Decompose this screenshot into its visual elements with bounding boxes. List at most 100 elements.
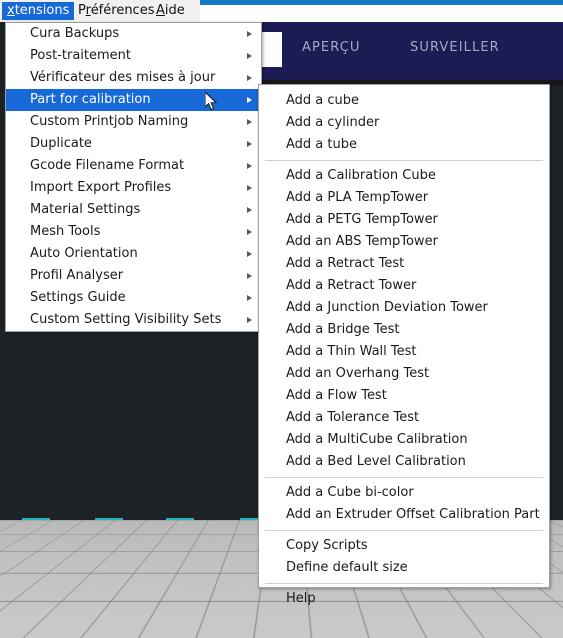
chevron-right-icon xyxy=(247,31,252,37)
menu-item-label: Add a Retract Test xyxy=(286,256,405,271)
menu-item-custom-setting-visibility-sets[interactable]: Custom Setting Visibility Sets xyxy=(6,309,261,331)
menu-item-add-a-tolerance-test[interactable]: Add a Tolerance Test xyxy=(259,407,549,429)
menu-item-label: Post-traitement xyxy=(30,48,132,63)
chevron-right-icon xyxy=(247,295,252,301)
menubar-accel-aide: A xyxy=(156,3,165,18)
menu-item-profil-analyser[interactable]: Profil Analyser xyxy=(6,265,261,287)
menu-item-label: Add a cylinder xyxy=(286,115,380,130)
plate-edge-marker xyxy=(95,518,123,520)
menu-item-add-an-abs-temptower[interactable]: Add an ABS TempTower xyxy=(259,231,549,253)
chevron-right-icon xyxy=(247,207,252,213)
menubar-item-aide[interactable]: Aide xyxy=(151,2,190,20)
menu-separator xyxy=(265,477,543,478)
menu-item-define-default-size[interactable]: Define default size xyxy=(259,557,549,579)
tab-surveiller[interactable]: SURVEILLER xyxy=(410,40,500,55)
menu-item-label: Copy Scripts xyxy=(286,538,368,553)
plate-edge-marker xyxy=(22,518,50,520)
menu-item-label: Vérificateur des mises à jour xyxy=(30,70,216,85)
menu-item-settings-guide[interactable]: Settings Guide xyxy=(6,287,261,309)
menu-item-label: Add a Flow Test xyxy=(286,388,387,403)
menu-item-gcode-filename-format[interactable]: Gcode Filename Format xyxy=(6,155,261,177)
chevron-right-icon xyxy=(247,251,252,257)
menu-item-add-a-cube-bi-color[interactable]: Add a Cube bi-color xyxy=(259,482,549,504)
tab-apercu[interactable]: APERÇU xyxy=(302,40,361,55)
menu-bar: xtensions Préférences Aide xyxy=(0,0,200,22)
menu-item-add-a-petg-temptower[interactable]: Add a PETG TempTower xyxy=(259,209,549,231)
menu-item-label: Import Export Profiles xyxy=(30,180,172,195)
menu-item-copy-scripts[interactable]: Copy Scripts xyxy=(259,535,549,557)
menu-item-verificateur-mises-a-jour[interactable]: Vérificateur des mises à jour xyxy=(6,67,261,89)
plate-edge-marker xyxy=(166,518,194,520)
menu-item-label: Cura Backups xyxy=(30,26,120,41)
menu-item-label: Add a tube xyxy=(286,137,357,152)
chevron-right-icon xyxy=(247,119,252,125)
chevron-right-icon xyxy=(247,141,252,147)
menu-item-add-a-pla-temptower[interactable]: Add a PLA TempTower xyxy=(259,187,549,209)
menu-item-label: Add a Calibration Cube xyxy=(286,168,436,183)
part-for-calibration-submenu[interactable]: Add a cube Add a cylinder Add a tube Add… xyxy=(258,84,550,606)
menu-item-material-settings[interactable]: Material Settings xyxy=(6,199,261,221)
menu-item-label: Mesh Tools xyxy=(30,224,101,239)
menu-separator xyxy=(265,583,543,584)
menu-item-label: Add a Bridge Test xyxy=(286,322,400,337)
menu-separator xyxy=(265,160,543,161)
menu-item-label: Help xyxy=(286,591,316,606)
menu-item-label: Add a PETG TempTower xyxy=(286,212,438,227)
menu-item-label: Add a Thin Wall Test xyxy=(286,344,417,359)
menu-item-add-a-calibration-cube[interactable]: Add a Calibration Cube xyxy=(259,165,549,187)
menu-item-label: Add a PLA TempTower xyxy=(286,190,429,205)
menu-item-import-export-profiles[interactable]: Import Export Profiles xyxy=(6,177,261,199)
chevron-right-icon xyxy=(247,229,252,235)
chevron-right-icon xyxy=(247,53,252,59)
chevron-right-icon xyxy=(247,317,252,323)
menu-item-add-a-bridge-test[interactable]: Add a Bridge Test xyxy=(259,319,549,341)
menu-item-label: Add an Extruder Offset Calibration Part xyxy=(286,507,540,522)
menu-item-mesh-tools[interactable]: Mesh Tools xyxy=(6,221,261,243)
menu-item-post-traitement[interactable]: Post-traitement xyxy=(6,45,261,67)
chevron-right-icon xyxy=(247,97,252,103)
menubar-item-preferences[interactable]: Préférences xyxy=(73,2,159,20)
menu-item-label: Gcode Filename Format xyxy=(30,158,185,173)
menu-item-add-a-thin-wall-test[interactable]: Add a Thin Wall Test xyxy=(259,341,549,363)
menu-item-cura-backups[interactable]: Cura Backups xyxy=(6,23,261,45)
menu-item-label: Profil Analyser xyxy=(30,268,124,283)
menu-item-label: Add a Cube bi-color xyxy=(286,485,414,500)
menu-item-add-a-retract-test[interactable]: Add a Retract Test xyxy=(259,253,549,275)
menu-item-add-a-flow-test[interactable]: Add a Flow Test xyxy=(259,385,549,407)
app-header-bar: APERÇU SURVEILLER xyxy=(253,22,563,80)
menu-item-auto-orientation[interactable]: Auto Orientation xyxy=(6,243,261,265)
menu-item-label: Add an Overhang Test xyxy=(286,366,430,381)
menubar-label-extensions: tensions xyxy=(14,3,70,18)
menu-item-label: Add a Junction Deviation Tower xyxy=(286,300,488,315)
menubar-item-extensions[interactable]: xtensions xyxy=(2,2,75,20)
menu-item-label: Material Settings xyxy=(30,202,141,217)
extensions-dropdown-menu[interactable]: Cura Backups Post-traitement Vérificateu… xyxy=(5,22,262,332)
menu-item-label: Define default size xyxy=(286,560,408,575)
menu-item-add-a-cube[interactable]: Add a cube xyxy=(259,90,549,112)
chevron-right-icon xyxy=(247,163,252,169)
chevron-right-icon xyxy=(247,75,252,81)
menu-item-label: Add an ABS TempTower xyxy=(286,234,438,249)
menu-separator xyxy=(265,530,543,531)
menu-item-label: Custom Printjob Naming xyxy=(30,114,189,129)
menubar-accel-extensions: x xyxy=(7,3,15,18)
menu-item-add-a-bed-level-calibration[interactable]: Add a Bed Level Calibration xyxy=(259,451,549,473)
menu-item-label: Auto Orientation xyxy=(30,246,138,261)
menu-item-add-a-junction-deviation-tower[interactable]: Add a Junction Deviation Tower xyxy=(259,297,549,319)
menu-item-add-a-retract-tower[interactable]: Add a Retract Tower xyxy=(259,275,549,297)
menu-item-add-a-cylinder[interactable]: Add a cylinder xyxy=(259,112,549,134)
menu-item-label: Add a MultiCube Calibration xyxy=(286,432,468,447)
menubar-label-aide: ide xyxy=(164,3,185,18)
menu-item-add-a-tube[interactable]: Add a tube xyxy=(259,134,549,156)
chevron-right-icon xyxy=(247,273,252,279)
menu-item-duplicate[interactable]: Duplicate xyxy=(6,133,261,155)
menu-item-add-an-overhang-test[interactable]: Add an Overhang Test xyxy=(259,363,549,385)
menu-item-add-an-extruder-offset-calibration-part[interactable]: Add an Extruder Offset Calibration Part xyxy=(259,504,549,526)
menu-item-custom-printjob-naming[interactable]: Custom Printjob Naming xyxy=(6,111,261,133)
menu-item-label: Custom Setting Visibility Sets xyxy=(30,312,222,327)
menu-item-label: Add a Retract Tower xyxy=(286,278,417,293)
menu-item-label: Settings Guide xyxy=(30,290,126,305)
menu-item-add-a-multicube-calibration[interactable]: Add a MultiCube Calibration xyxy=(259,429,549,451)
menu-item-help[interactable]: Help xyxy=(259,588,549,610)
menu-item-part-for-calibration[interactable]: Part for calibration xyxy=(6,89,261,111)
